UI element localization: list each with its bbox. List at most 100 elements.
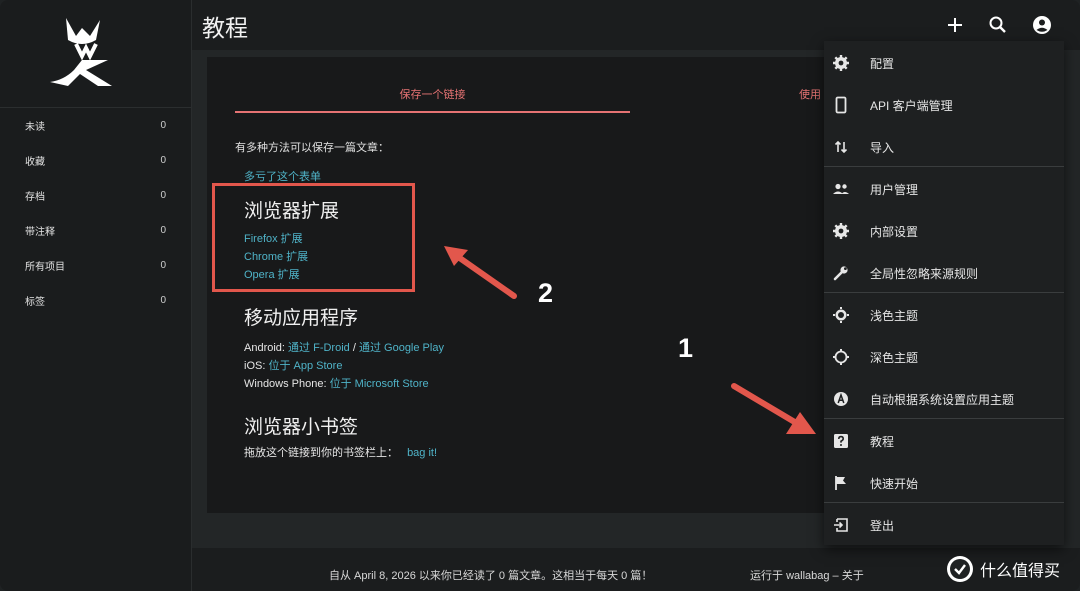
brightness-light-icon — [833, 307, 849, 323]
intro-text: 有多种方法可以保存一篇文章： — [235, 142, 389, 154]
sidebar-item-all[interactable]: 所有项目 0 — [0, 248, 191, 283]
mobile-app-list: Android: 通过 F-Droid / 通过 Google Play iOS… — [244, 339, 444, 393]
logout-icon — [834, 518, 848, 532]
account-icon[interactable] — [1031, 14, 1053, 36]
phone-icon — [835, 96, 847, 114]
mobile-apps-heading: 移动应用程序 — [244, 308, 359, 329]
menu-item-api-clients[interactable]: API 客户端管理 — [824, 84, 1064, 126]
menu-item-logout[interactable]: 登出 — [824, 504, 1064, 546]
menu-item-label: 用户管理 — [870, 182, 919, 197]
users-icon — [833, 183, 849, 194]
about-link[interactable]: 关于 — [842, 570, 864, 582]
ios-row: iOS: 位于 App Store — [244, 357, 444, 375]
plus-icon[interactable] — [944, 14, 966, 36]
search-icon[interactable] — [987, 14, 1009, 36]
microsoft-store-link[interactable]: 位于 Microsoft Store — [330, 378, 429, 390]
annotation-marker-1: 1 — [678, 333, 694, 363]
sidebar-item-count: 0 — [160, 295, 166, 306]
sidebar-item-label: 未读 — [25, 122, 45, 133]
sidebar-item-label: 存档 — [25, 192, 45, 203]
wrench-icon — [833, 266, 848, 281]
sidebar-item-annotated[interactable]: 带注释 0 — [0, 213, 191, 248]
form-link[interactable]: 多亏了这个表单 — [244, 168, 321, 184]
sidebar-item-archive[interactable]: 存档 0 — [0, 178, 191, 213]
tab-use[interactable]: 使用 — [799, 86, 821, 102]
brightness-dark-icon — [833, 349, 849, 365]
menu-divider — [824, 292, 1064, 293]
brightness-auto-icon — [834, 392, 848, 406]
sidebar-item-count: 0 — [160, 225, 166, 236]
menu-item-label: 登出 — [870, 518, 895, 533]
flag-icon — [835, 476, 846, 490]
menu-item-config[interactable]: 配置 — [824, 42, 1064, 84]
app-window: 未读 0 收藏 0 存档 0 带注释 0 所有项目 0 标签 0 教程 保存一个… — [0, 0, 1080, 591]
google-play-link[interactable]: 通过 Google Play — [359, 342, 444, 354]
sidebar-item-count: 0 — [160, 260, 166, 271]
menu-item-label: 配置 — [870, 56, 895, 71]
active-tab-indicator — [235, 111, 630, 113]
menu-divider — [824, 166, 1064, 167]
menu-item-label: 深色主题 — [870, 350, 919, 365]
menu-divider — [824, 418, 1064, 419]
wallabag-link[interactable]: wallabag — [786, 570, 829, 582]
bag-it-link[interactable]: bag it! — [407, 447, 437, 459]
annotation-arrow-2 — [444, 246, 517, 299]
reading-stats: 自从 April 8, 2026 以来你已经读了 0 篇文章。这相当于每天 0 … — [329, 570, 653, 582]
wallabag-logo[interactable] — [46, 14, 118, 90]
watermark-logo-icon — [947, 556, 973, 582]
menu-item-tutorial[interactable]: 教程 — [824, 420, 1064, 462]
watermark-text: 什么值得买 — [980, 563, 1061, 580]
menu-item-auto-theme[interactable]: 自动根据系统设置应用主题 — [824, 378, 1064, 420]
menu-item-dark-theme[interactable]: 深色主题 — [824, 336, 1064, 378]
menu-item-import[interactable]: 导入 — [824, 126, 1064, 168]
menu-item-label: API 客户端管理 — [870, 98, 953, 113]
import-arrows-icon — [834, 140, 848, 154]
sidebar-item-count: 0 — [160, 155, 166, 166]
menu-item-label: 全局性忽略来源规则 — [870, 266, 979, 281]
tab-bar: 保存一个链接 使用 — [235, 86, 855, 114]
fdroid-link[interactable]: 通过 F-Droid — [288, 342, 350, 354]
bookmarklet-heading: 浏览器小书签 — [244, 417, 359, 438]
sidebar-item-starred[interactable]: 收藏 0 — [0, 143, 191, 178]
menu-item-light-theme[interactable]: 浅色主题 — [824, 294, 1064, 336]
sidebar-item-tags[interactable]: 标签 0 — [0, 283, 191, 318]
sidebar-item-count: 0 — [160, 190, 166, 201]
sidebar: 未读 0 收藏 0 存档 0 带注释 0 所有项目 0 标签 0 — [0, 0, 192, 591]
sidebar-nav: 未读 0 收藏 0 存档 0 带注释 0 所有项目 0 标签 0 — [0, 108, 191, 318]
menu-item-user-management[interactable]: 用户管理 — [824, 168, 1064, 210]
android-separator: / — [352, 342, 356, 354]
menu-item-label: 快速开始 — [870, 476, 919, 491]
ios-label: iOS: — [244, 360, 266, 372]
gear-icon — [833, 55, 849, 71]
sidebar-item-count: 0 — [160, 120, 166, 131]
sidebar-item-label: 收藏 — [25, 157, 45, 168]
sidebar-item-unread[interactable]: 未读 0 — [0, 108, 191, 143]
menu-item-quickstart[interactable]: 快速开始 — [824, 462, 1064, 504]
menu-item-label: 自动根据系统设置应用主题 — [870, 392, 1015, 407]
gear-icon — [833, 223, 849, 239]
annotation-highlight-box — [212, 183, 415, 292]
annotation-arrow-1 — [731, 383, 816, 434]
menu-item-internal-settings[interactable]: 内部设置 — [824, 210, 1064, 252]
user-dropdown-menu: 配置 API 客户端管理 导入 用户管理 内部设置 全局性忽略来源规则 浅色主题… — [824, 41, 1064, 545]
sidebar-item-label: 所有项目 — [25, 262, 65, 273]
page-title: 教程 — [202, 15, 248, 41]
powered-by: 运行于 wallabag – 关于 — [750, 567, 864, 583]
menu-item-label: 内部设置 — [870, 224, 919, 239]
bookmarklet-text: 拖放这个链接到你的书签栏上： — [244, 447, 398, 459]
windows-phone-row: Windows Phone: 位于 Microsoft Store — [244, 375, 444, 393]
menu-item-label: 浅色主题 — [870, 308, 919, 323]
menu-item-label: 教程 — [870, 434, 895, 449]
menu-item-label: 导入 — [870, 140, 895, 155]
android-label: Android: — [244, 342, 285, 354]
menu-divider — [824, 502, 1064, 503]
bookmarklet-row: 拖放这个链接到你的书签栏上： bag it! — [244, 444, 437, 460]
sidebar-item-label: 标签 — [25, 297, 45, 308]
android-row: Android: 通过 F-Droid / 通过 Google Play — [244, 339, 444, 357]
menu-item-ignore-origin-rules[interactable]: 全局性忽略来源规则 — [824, 252, 1064, 294]
app-store-link[interactable]: 位于 App Store — [268, 360, 342, 372]
powered-prefix: 运行于 — [750, 570, 783, 582]
annotation-marker-2: 2 — [538, 278, 554, 308]
tab-save-link[interactable]: 保存一个链接 — [235, 86, 630, 102]
windows-phone-label: Windows Phone: — [244, 378, 327, 390]
